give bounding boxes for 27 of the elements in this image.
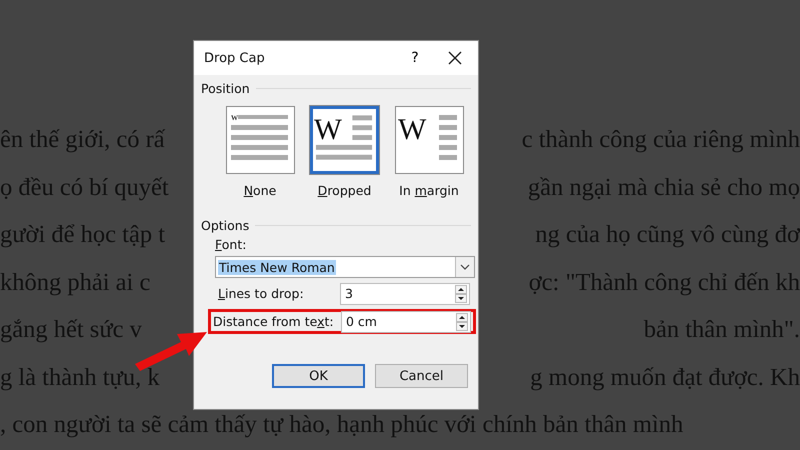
close-icon bbox=[448, 51, 462, 65]
chevron-down-icon bbox=[460, 264, 470, 270]
option-label: Dropped bbox=[318, 183, 372, 198]
dialog-button[interactable]: OK bbox=[272, 364, 365, 388]
drop-cap-option[interactable]: W bbox=[310, 106, 379, 174]
font-value: Times New Roman bbox=[218, 260, 336, 274]
spin-down-icon[interactable] bbox=[456, 322, 468, 330]
spin-down-icon[interactable] bbox=[455, 294, 467, 302]
section-label: Position bbox=[201, 81, 250, 96]
drop-cap-option[interactable]: W bbox=[394, 106, 464, 174]
spin-up-icon[interactable] bbox=[455, 284, 467, 294]
field-label: Lines to drop: bbox=[218, 286, 304, 301]
dialog-title: Drop Cap bbox=[204, 50, 266, 66]
option-label: None bbox=[244, 183, 276, 198]
field-label: Font: bbox=[215, 237, 248, 252]
option-label: In margin bbox=[399, 183, 459, 198]
dropped-cap-drawing: W bbox=[313, 112, 376, 168]
spin-up-icon[interactable] bbox=[456, 312, 468, 322]
margin-cap-drawing: W bbox=[397, 112, 461, 168]
dropdown-button[interactable] bbox=[455, 257, 474, 277]
font-dropdown[interactable]: Times New Roman bbox=[215, 256, 475, 278]
spin-field[interactable]: 3 bbox=[340, 282, 470, 304]
spin-field[interactable]: 0 cm bbox=[341, 310, 471, 332]
help-button[interactable]: ? bbox=[398, 43, 432, 73]
section-label: Options bbox=[201, 218, 250, 233]
dialog-button[interactable]: Cancel bbox=[375, 364, 468, 388]
field-label: Distance from text: bbox=[213, 314, 334, 329]
